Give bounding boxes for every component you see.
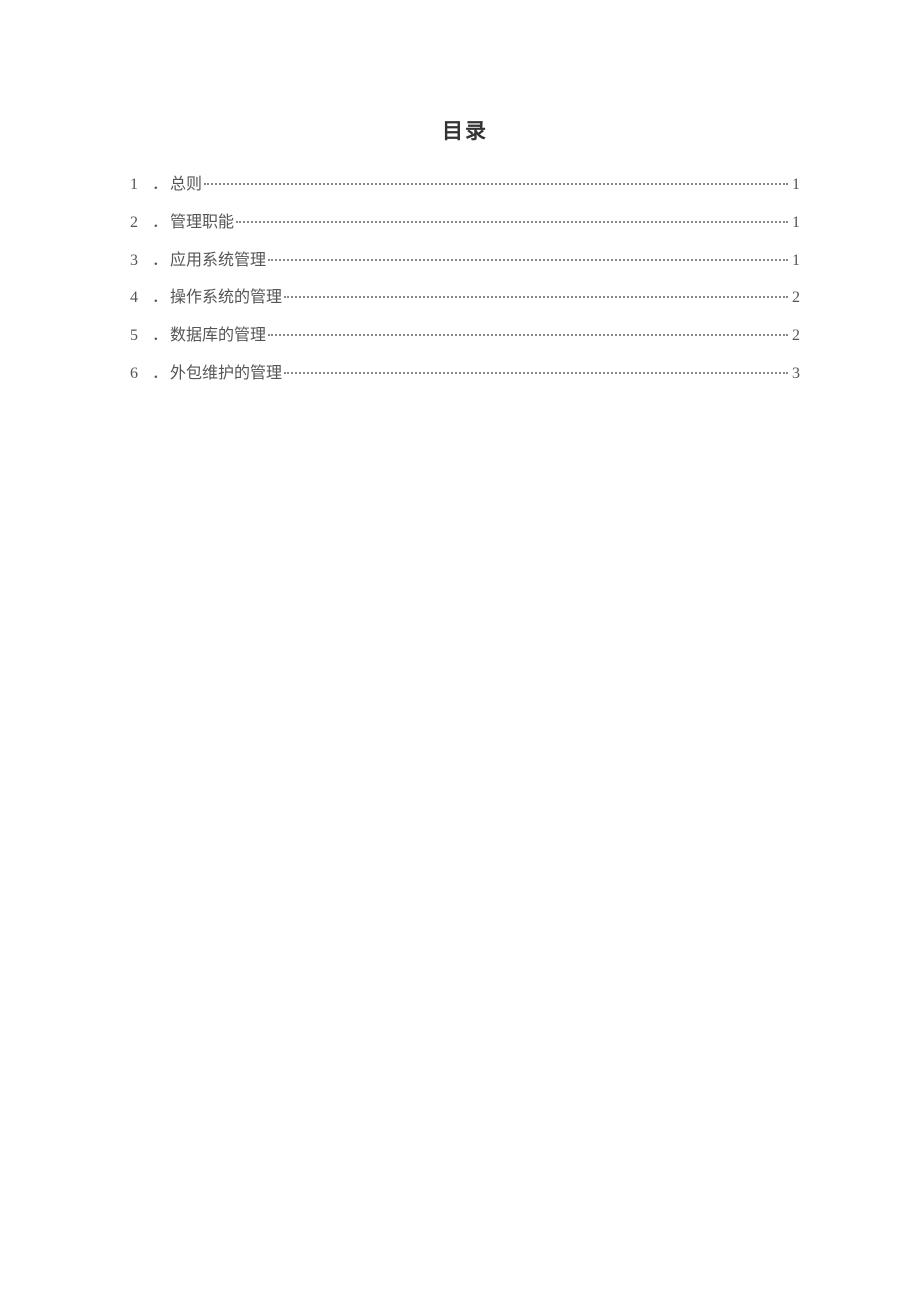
toc-entry-separator: ． [152, 326, 168, 347]
toc-entry-label: 操作系统的管理 [170, 288, 282, 309]
toc-entry-label: 外包维护的管理 [170, 364, 282, 385]
toc-title: 目录 [130, 115, 800, 145]
toc-entry-page: 1 [790, 251, 800, 272]
toc-leader-dots [268, 334, 788, 336]
toc-entry-page: 1 [790, 175, 800, 196]
toc-entry-label: 数据库的管理 [170, 326, 266, 347]
toc-entry-number: 4 [130, 288, 146, 309]
toc-entry-label: 应用系统管理 [170, 251, 266, 272]
toc-entry-number: 6 [130, 364, 146, 385]
toc-leader-dots [284, 372, 788, 374]
toc-entry[interactable]: 3 ． 应用系统管理 1 [130, 251, 800, 272]
document-page: 目录 1 ． 总则 1 2 ． 管理职能 1 3 ． 应用系统管理 1 4 ． … [0, 0, 920, 385]
toc-entry-page: 1 [790, 213, 800, 234]
toc-entry[interactable]: 2 ． 管理职能 1 [130, 213, 800, 234]
toc-entry-page: 2 [790, 326, 800, 347]
toc-entry-number: 2 [130, 213, 146, 234]
toc-entry-label: 总则 [170, 175, 202, 196]
toc-entry-number: 5 [130, 326, 146, 347]
toc-entry-separator: ． [152, 213, 168, 234]
toc-entry[interactable]: 5 ． 数据库的管理 2 [130, 326, 800, 347]
toc-leader-dots [204, 183, 788, 185]
toc-entry-separator: ． [152, 288, 168, 309]
toc-entry[interactable]: 4 ． 操作系统的管理 2 [130, 288, 800, 309]
toc-entry-number: 1 [130, 175, 146, 196]
toc-entry[interactable]: 1 ． 总则 1 [130, 175, 800, 196]
toc-entry-separator: ． [152, 175, 168, 196]
toc-leader-dots [268, 259, 788, 261]
toc-entry[interactable]: 6 ． 外包维护的管理 3 [130, 364, 800, 385]
toc-leader-dots [236, 221, 788, 223]
toc-entry-page: 2 [790, 288, 800, 309]
toc-list: 1 ． 总则 1 2 ． 管理职能 1 3 ． 应用系统管理 1 4 ． 操作系… [130, 175, 800, 385]
toc-entry-number: 3 [130, 251, 146, 272]
toc-leader-dots [284, 296, 788, 298]
toc-entry-page: 3 [790, 364, 800, 385]
toc-entry-label: 管理职能 [170, 213, 234, 234]
toc-entry-separator: ． [152, 251, 168, 272]
toc-entry-separator: ． [152, 364, 168, 385]
